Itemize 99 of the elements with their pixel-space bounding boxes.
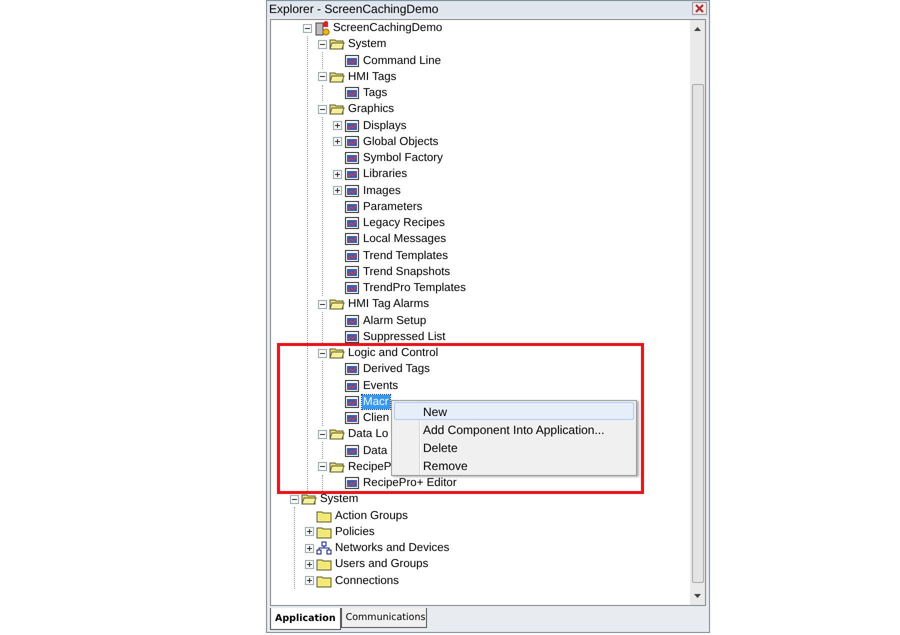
- tree-item[interactable]: Clien: [362, 411, 390, 426]
- tree-item[interactable]: HMI Tag Alarms: [347, 297, 430, 312]
- tree-item[interactable]: Users and Groups: [334, 557, 430, 572]
- expand-icon[interactable]: [333, 186, 342, 196]
- tree-item[interactable]: Policies: [334, 524, 376, 539]
- server-icon: [314, 20, 330, 36]
- folder-icon: [316, 508, 332, 523]
- collapse-icon[interactable]: [318, 40, 327, 49]
- component-icon: [344, 248, 360, 264]
- open-folder-icon: [329, 37, 345, 52]
- tree-item[interactable]: Command Line: [362, 54, 442, 68]
- tree-item[interactable]: System: [347, 37, 388, 52]
- folder-icon: [316, 524, 332, 539]
- component-icon: [344, 328, 360, 345]
- tree-item[interactable]: Parameters: [362, 200, 424, 214]
- component-icon: [344, 280, 360, 296]
- tree-item[interactable]: Data Lo: [347, 427, 390, 442]
- tree-item[interactable]: Global Objects: [362, 134, 440, 149]
- scroll-thumb[interactable]: [692, 84, 704, 583]
- open-folder-icon: [329, 427, 345, 442]
- tree-item[interactable]: Symbol Factory: [362, 151, 444, 166]
- component-icon: [344, 394, 360, 410]
- open-folder-icon: [329, 460, 345, 474]
- open-folder-icon: [301, 492, 317, 506]
- component-icon: [344, 85, 360, 102]
- folder-icon: [316, 574, 332, 588]
- component-icon: [344, 198, 360, 215]
- collapse-icon[interactable]: [290, 494, 299, 504]
- open-folder-icon: [329, 346, 345, 360]
- component-icon: [344, 52, 360, 69]
- expand-icon[interactable]: [333, 170, 342, 179]
- tree-item[interactable]: TrendPro Templates: [362, 281, 467, 296]
- expand-icon[interactable]: [305, 527, 314, 536]
- expand-icon[interactable]: [333, 121, 342, 130]
- tree-item[interactable]: HMI Tags: [347, 70, 398, 84]
- component-icon: [344, 475, 360, 492]
- collapse-icon[interactable]: [318, 72, 327, 82]
- menu-item[interactable]: Remove: [394, 456, 634, 474]
- tree-item[interactable]: ScreenCachingDemo: [332, 21, 444, 36]
- menu-item[interactable]: Delete: [394, 438, 634, 456]
- menu-item[interactable]: New: [394, 402, 634, 420]
- component-icon: [344, 166, 360, 182]
- tree-item[interactable]: Legacy Recipes: [362, 216, 446, 230]
- expand-icon[interactable]: [333, 137, 342, 146]
- component-icon: [344, 361, 360, 378]
- component-icon: [344, 410, 360, 426]
- tree-item[interactable]: Logic and Control: [347, 346, 440, 360]
- open-folder-icon: [329, 102, 345, 116]
- scroll-up-icon[interactable]: [693, 26, 702, 32]
- tree-item[interactable]: Derived Tags: [362, 362, 431, 376]
- tree-item[interactable]: Suppressed List: [362, 330, 446, 344]
- expand-icon[interactable]: [305, 560, 314, 569]
- tree-item[interactable]: Local Messages: [362, 232, 448, 246]
- open-folder-icon: [329, 70, 345, 84]
- component-icon: [344, 264, 360, 280]
- collapse-icon[interactable]: [303, 24, 312, 33]
- tree-item[interactable]: Connections: [334, 574, 400, 588]
- tree-item[interactable]: Networks and Devices: [334, 541, 450, 556]
- tree-item[interactable]: Alarm Setup: [362, 314, 428, 328]
- tree-item[interactable]: Tags: [362, 86, 388, 100]
- open-folder-icon: [329, 297, 345, 312]
- component-icon: [344, 442, 360, 459]
- tree-item[interactable]: RecipeP: [347, 460, 392, 474]
- folder-icon: [316, 557, 332, 572]
- window-title: Explorer - ScreenCachingDemo: [269, 2, 438, 16]
- tree-item[interactable]: Trend Templates: [362, 248, 450, 263]
- tree-item[interactable]: System: [319, 492, 360, 506]
- close-button[interactable]: [692, 2, 707, 16]
- component-icon: [344, 150, 360, 166]
- collapse-icon[interactable]: [318, 430, 327, 439]
- scroll-down-icon[interactable]: [693, 593, 702, 599]
- expand-icon[interactable]: [305, 576, 314, 586]
- component-icon: [344, 134, 360, 150]
- close-icon: [694, 3, 705, 14]
- tree-item[interactable]: Graphics: [347, 102, 396, 116]
- component-icon: [344, 378, 360, 394]
- menu-item[interactable]: Add Component Into Application...: [394, 420, 634, 438]
- tree-item[interactable]: Action Groups: [334, 508, 409, 523]
- component-icon: [344, 182, 360, 199]
- component-icon: [344, 118, 360, 134]
- tree-item[interactable]: Libraries: [362, 167, 408, 182]
- tree-item[interactable]: Events: [362, 378, 400, 393]
- tree-item[interactable]: Displays: [362, 118, 408, 133]
- expand-icon[interactable]: [305, 544, 314, 553]
- tree-item[interactable]: RecipePro+ Editor: [362, 476, 458, 490]
- component-icon: [344, 215, 360, 232]
- tree-item[interactable]: Trend Snapshots: [362, 264, 452, 279]
- tab[interactable]: Application: [270, 608, 341, 630]
- tab[interactable]: Communications: [340, 608, 427, 628]
- scrollbar[interactable]: [690, 20, 705, 605]
- tree-item[interactable]: Images: [362, 184, 402, 198]
- component-icon: [344, 231, 360, 248]
- collapse-icon[interactable]: [318, 462, 327, 472]
- collapse-icon[interactable]: [318, 104, 327, 114]
- collapse-icon[interactable]: [318, 348, 327, 358]
- component-icon: [344, 312, 360, 329]
- network-icon: [316, 541, 332, 556]
- tree-item[interactable]: Data: [362, 444, 388, 458]
- collapse-icon[interactable]: [318, 300, 327, 309]
